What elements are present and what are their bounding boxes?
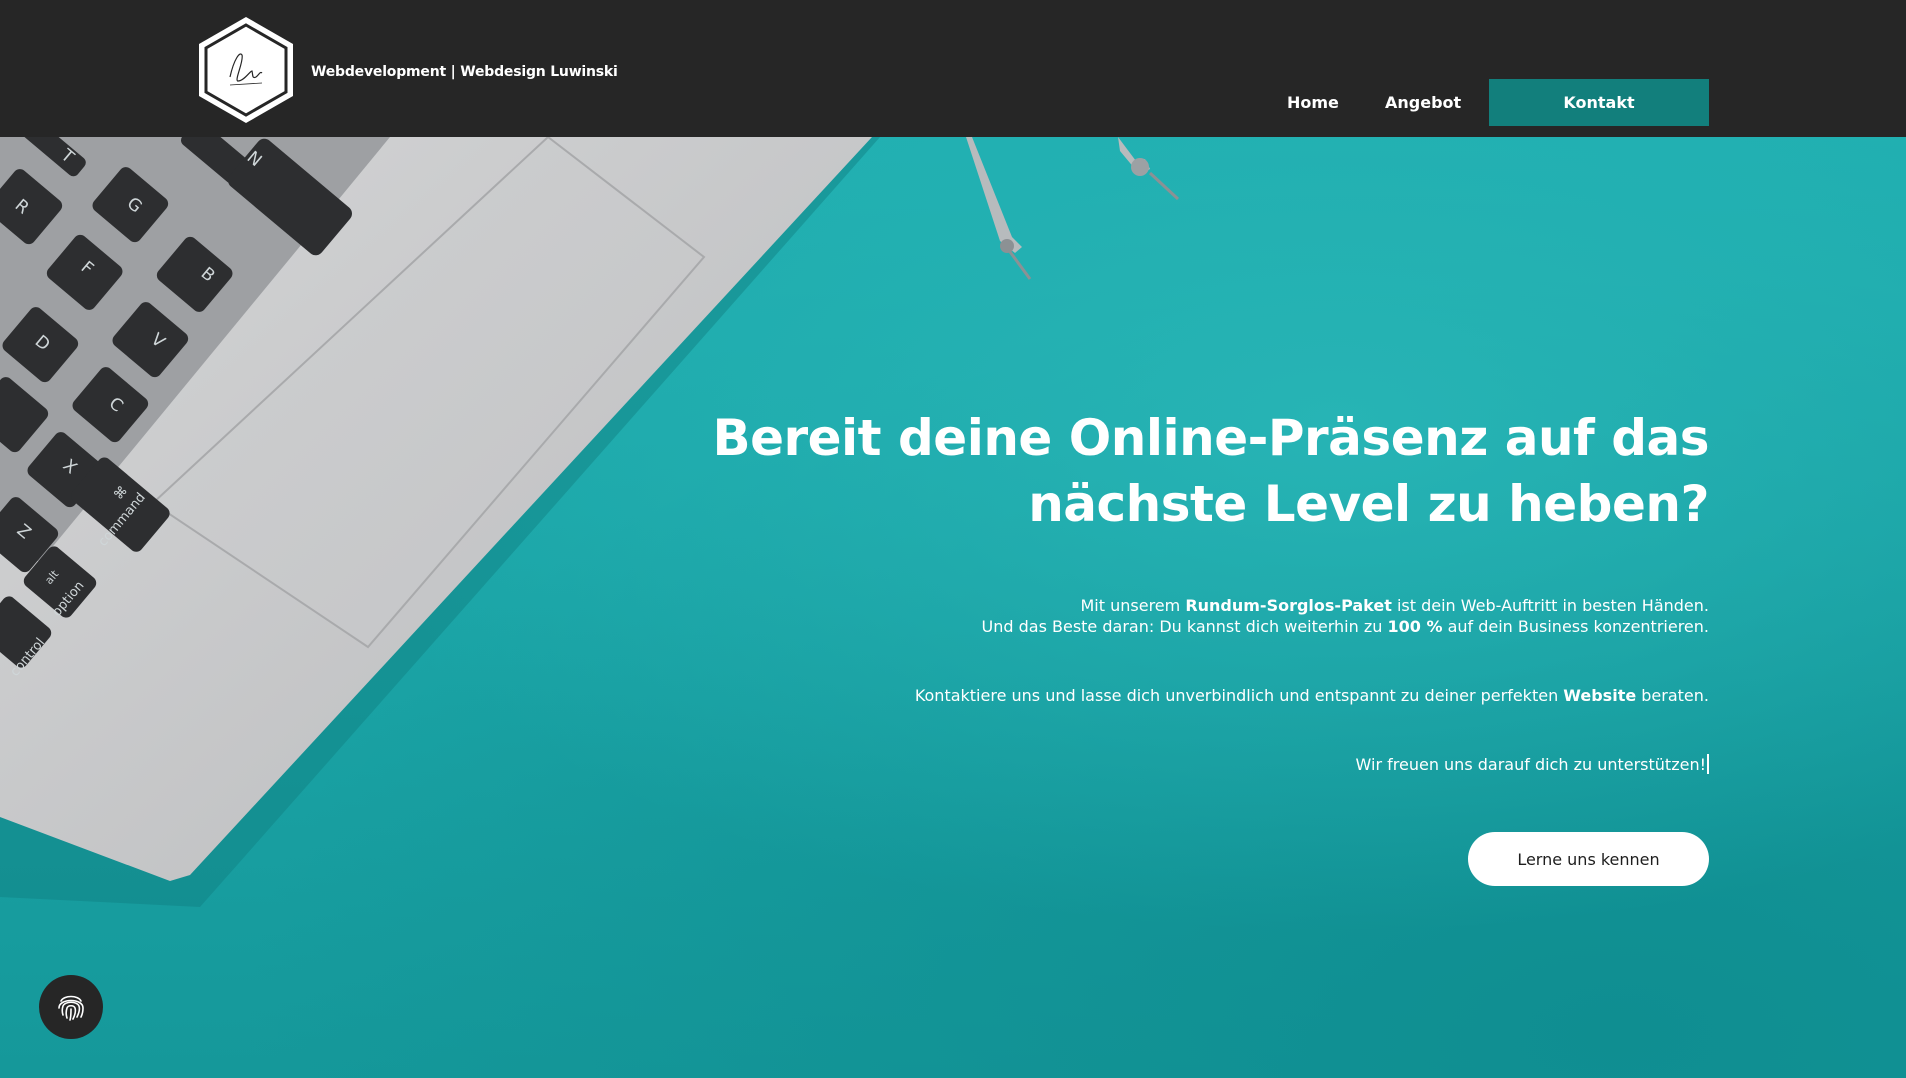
nav-home-link[interactable]: Home [1287,93,1339,112]
learn-more-button[interactable]: Lerne uns kennen [1468,832,1709,886]
page: Webdevelopment | Webdesign Luwinski Home… [0,0,1906,1078]
p1-text-f: auf dein Business konzentrieren. [1442,617,1709,636]
p3-text: Wir freuen uns darauf dich zu unterstütz… [1355,755,1706,774]
nav-kontakt-button[interactable]: Kontakt [1489,79,1709,126]
p1-text-a: Mit unserem [1080,596,1186,615]
privacy-settings-button[interactable] [39,975,103,1039]
hero-paragraph-1: Mit unserem Rundum-Sorglos-Paket ist dei… [709,595,1709,637]
brand-name[interactable]: Webdevelopment | Webdesign Luwinski [311,64,618,80]
hero-section: T N R G B F V D C X Z ⌘ command alt opti… [0,137,1906,1078]
site-header: Webdevelopment | Webdesign Luwinski Home… [0,0,1906,137]
p2-bold-website: Website [1563,686,1637,705]
hero-paragraph-3: Wir freuen uns darauf dich zu unterstütz… [709,754,1709,775]
p2-text-c: beraten. [1636,686,1709,705]
p1-text-c: ist dein Web-Auftritt in besten Händen. [1391,596,1709,615]
headline-line-1: Bereit deine Online-Präsenz auf das [712,409,1709,467]
text-cursor [1707,754,1709,774]
p2-text-a: Kontaktiere uns und lasse dich unverbind… [914,686,1564,705]
nav-angebot-link[interactable]: Angebot [1385,93,1461,112]
hero-paragraph-2: Kontaktiere uns und lasse dich unverbind… [709,685,1709,706]
p1-text-d: Und das Beste daran: Du kannst dich weit… [981,617,1388,636]
p1-bold-percent: 100 % [1387,617,1443,636]
p1-bold-package: Rundum-Sorglos-Paket [1185,596,1392,615]
compass-tool-image [966,137,1180,280]
hexagon-logo-icon[interactable] [196,15,296,125]
headline-line-2: nächste Level zu heben? [1028,475,1709,533]
hero-headline: Bereit deine Online-Präsenz auf das näch… [609,405,1709,537]
fingerprint-icon [58,995,84,1021]
